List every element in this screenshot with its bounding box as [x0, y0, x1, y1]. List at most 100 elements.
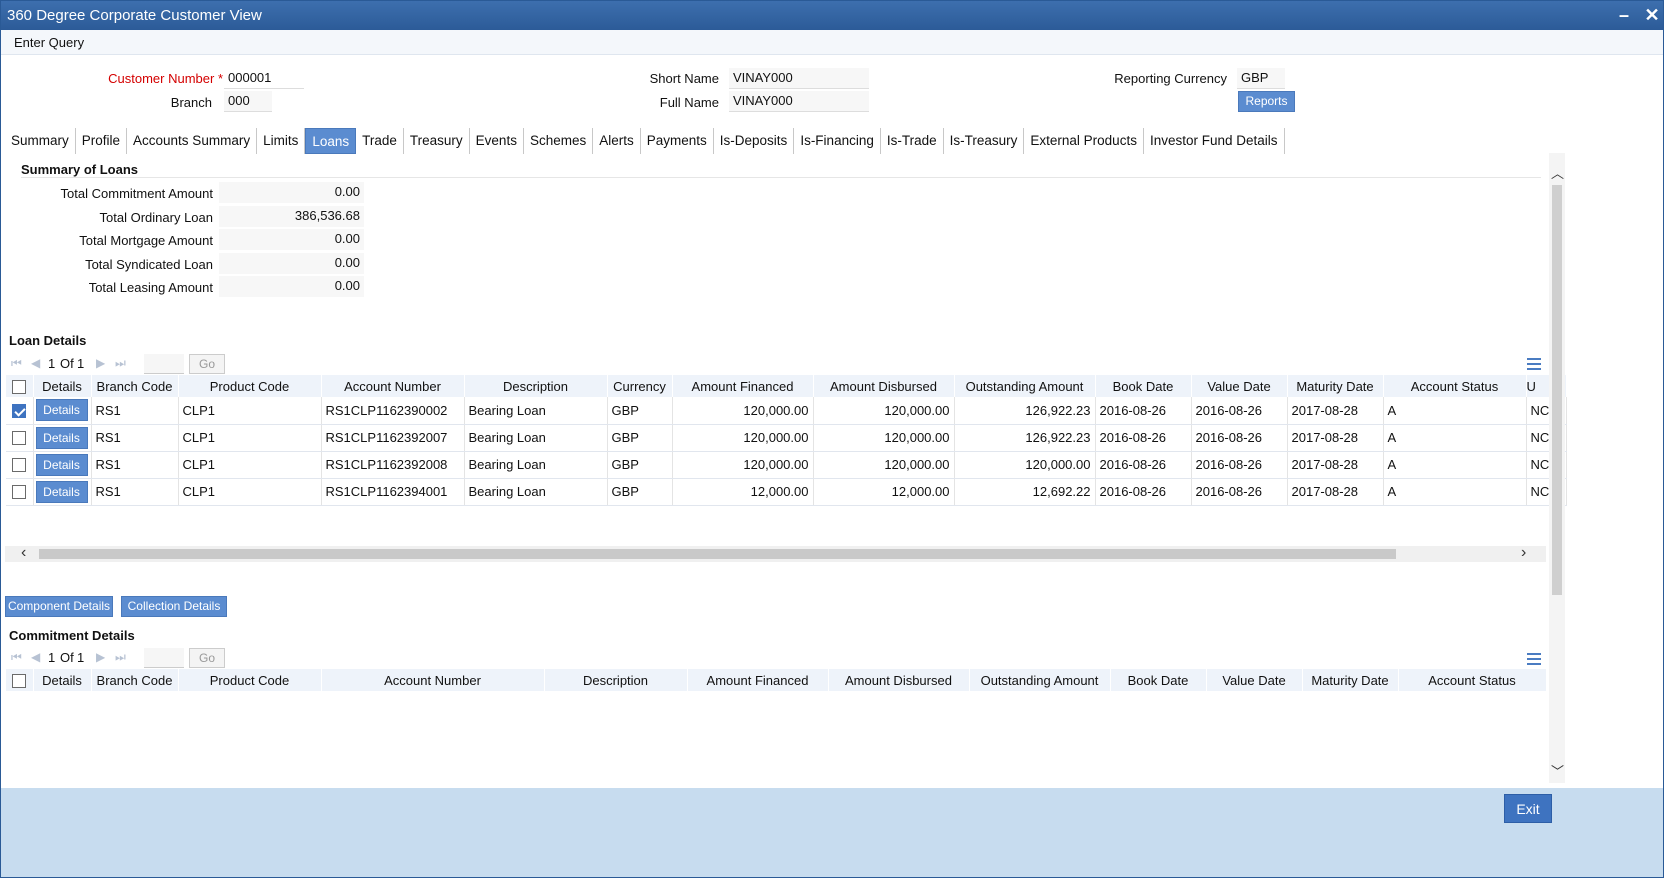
short-name-field[interactable]: VINAY000 [729, 68, 869, 89]
last-page-icon[interactable]: ⏭ [115, 650, 126, 665]
select-all-checkbox[interactable] [6, 669, 34, 691]
summary-value: 0.00 [219, 182, 364, 203]
column-header[interactable]: Value Date [1206, 669, 1303, 691]
column-header[interactable]: Account Status [1383, 375, 1527, 397]
go-button[interactable]: Go [189, 354, 225, 374]
details-button[interactable]: Details [35, 426, 88, 449]
first-page-icon[interactable]: ⏮ [11, 650, 22, 665]
tab-events[interactable]: Events [470, 128, 524, 154]
column-header[interactable]: Maturity Date [1287, 375, 1384, 397]
summary-divider [21, 177, 1541, 178]
column-header[interactable]: Details [33, 669, 92, 691]
tab-profile[interactable]: Profile [76, 128, 128, 154]
first-page-icon[interactable]: ⏮ [11, 356, 22, 371]
row-checkbox[interactable] [6, 478, 34, 506]
column-header[interactable]: Amount Financed [687, 669, 829, 691]
table-row[interactable]: Details RS1 CLP1 RS1CLP1162392007 Bearin… [6, 424, 1567, 452]
tab-summary[interactable]: Summary [5, 128, 76, 154]
table-header: Details Branch Code Product Code Account… [6, 669, 1547, 691]
column-header[interactable]: Branch Code [91, 375, 179, 397]
account-status-cell: A [1383, 451, 1527, 479]
go-button[interactable]: Go [189, 648, 225, 668]
tab-alerts[interactable]: Alerts [593, 128, 641, 154]
collection-details-button[interactable]: Collection Details [121, 596, 227, 617]
column-header[interactable]: Book Date [1110, 669, 1207, 691]
select-all-checkbox[interactable] [6, 375, 34, 397]
table-header: Details Branch Code Product Code Account… [6, 375, 1567, 397]
last-page-icon[interactable]: ⏭ [115, 356, 126, 371]
customer-number-field[interactable]: 000001 [224, 68, 304, 89]
column-header[interactable]: Account Number [321, 375, 465, 397]
account-number-cell: RS1CLP1162394001 [321, 478, 465, 506]
branch-field[interactable]: 000 [224, 91, 272, 112]
next-page-icon[interactable]: ▶ [96, 650, 105, 664]
details-button[interactable]: Details [35, 399, 88, 422]
scroll-down-icon[interactable]: ﹀ [1551, 761, 1564, 780]
column-header[interactable]: Account Status [1398, 669, 1547, 691]
tab-is-financing[interactable]: Is-Financing [794, 128, 881, 154]
tab-is-treasury[interactable]: Is-Treasury [944, 128, 1025, 154]
column-header[interactable]: Amount Financed [672, 375, 814, 397]
row-checkbox[interactable] [6, 451, 34, 479]
vertical-scrollbar[interactable]: ︿ ﹀ [1549, 153, 1565, 783]
scroll-left-icon[interactable]: ‹ [21, 544, 26, 562]
column-header[interactable]: Maturity Date [1302, 669, 1399, 691]
details-button[interactable]: Details [35, 453, 88, 476]
next-page-icon[interactable]: ▶ [96, 356, 105, 370]
tab-treasury[interactable]: Treasury [404, 128, 470, 154]
column-list-icon[interactable] [1527, 653, 1541, 665]
table-row[interactable]: Details RS1 CLP1 RS1CLP1162390002 Bearin… [6, 397, 1567, 425]
close-icon[interactable]: ✕ [1641, 4, 1663, 26]
column-header[interactable]: Product Code [178, 669, 322, 691]
tab-investor-fund-details[interactable]: Investor Fund Details [1144, 128, 1285, 154]
column-header[interactable]: Description [544, 669, 688, 691]
enter-query-menu[interactable]: Enter Query [14, 35, 84, 50]
scroll-up-icon[interactable]: ︿ [1551, 163, 1564, 182]
prev-page-icon[interactable]: ◀ [31, 650, 40, 664]
column-header[interactable]: Amount Disbursed [813, 375, 955, 397]
component-details-button[interactable]: Component Details [5, 596, 113, 617]
table-row[interactable]: Details RS1 CLP1 RS1CLP1162392008 Bearin… [6, 451, 1567, 479]
horizontal-scrollbar[interactable]: ‹ › [5, 544, 1546, 562]
scroll-right-icon[interactable]: › [1521, 544, 1526, 562]
tab-loans[interactable]: Loans [305, 128, 357, 154]
tab-is-trade[interactable]: Is-Trade [881, 128, 944, 154]
page-input[interactable] [144, 354, 184, 374]
row-checkbox[interactable] [6, 397, 34, 425]
column-header[interactable]: Value Date [1191, 375, 1288, 397]
prev-page-icon[interactable]: ◀ [31, 356, 40, 370]
column-header[interactable]: Currency [607, 375, 673, 397]
tab-is-deposits[interactable]: Is-Deposits [714, 128, 795, 154]
column-header[interactable]: Details [33, 375, 92, 397]
column-header[interactable]: Outstanding Amount [969, 669, 1111, 691]
column-header[interactable]: Account Number [321, 669, 545, 691]
column-header[interactable]: Description [464, 375, 608, 397]
details-cell: Details [33, 478, 92, 506]
column-header[interactable]: Book Date [1095, 375, 1192, 397]
page-input[interactable] [144, 648, 184, 668]
full-name-field[interactable]: VINAY000 [729, 91, 869, 112]
tab-trade[interactable]: Trade [356, 128, 404, 154]
scroll-thumb[interactable] [39, 549, 1396, 559]
column-header[interactable]: Outstanding Amount [954, 375, 1096, 397]
maturity-date-cell: 2017-08-28 [1287, 451, 1384, 479]
tab-limits[interactable]: Limits [257, 128, 306, 154]
tab-payments[interactable]: Payments [641, 128, 714, 154]
column-list-icon[interactable] [1527, 358, 1541, 370]
exit-button[interactable]: Exit [1504, 794, 1552, 823]
minimize-icon[interactable]: – [1613, 4, 1635, 26]
book-date-cell: 2016-08-26 [1095, 397, 1192, 425]
tab-schemes[interactable]: Schemes [524, 128, 594, 154]
details-button[interactable]: Details [35, 480, 88, 503]
outstanding-amount-cell: 120,000.00 [954, 451, 1096, 479]
reporting-currency-field[interactable]: GBP [1237, 68, 1285, 89]
reports-button[interactable]: Reports [1238, 91, 1295, 112]
column-header[interactable]: Product Code [178, 375, 322, 397]
column-header[interactable]: Branch Code [91, 669, 179, 691]
row-checkbox[interactable] [6, 424, 34, 452]
tab-external-products[interactable]: External Products [1024, 128, 1144, 154]
table-row[interactable]: Details RS1 CLP1 RS1CLP1162394001 Bearin… [6, 478, 1567, 506]
column-header[interactable]: Amount Disbursed [828, 669, 970, 691]
tab-accounts-summary[interactable]: Accounts Summary [127, 128, 258, 154]
scroll-thumb[interactable] [1552, 185, 1562, 595]
